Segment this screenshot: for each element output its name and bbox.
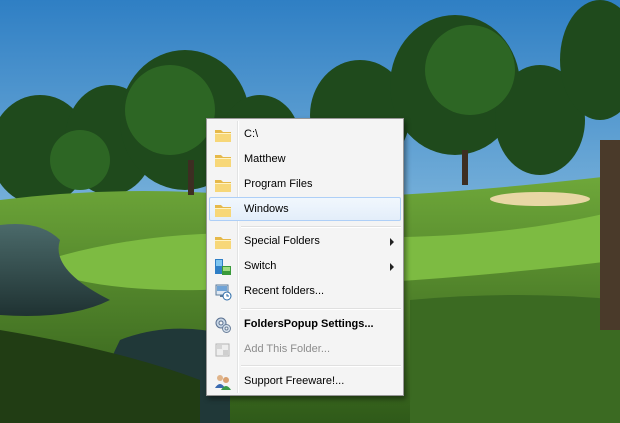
folder-icon — [214, 176, 232, 194]
menu-item-c-drive[interactable]: C:\ — [209, 122, 401, 146]
folder-icon — [214, 201, 232, 219]
switch-icon — [214, 258, 232, 276]
menu-separator — [241, 365, 401, 367]
folder-icon — [214, 233, 232, 251]
submenu-arrow-icon — [390, 263, 394, 271]
menu-item-settings[interactable]: FoldersPopup Settings... — [209, 312, 401, 336]
folders-popup-menu: C:\ Matthew Program Files Windows Specia… — [206, 118, 404, 396]
menu-item-label: Matthew — [244, 153, 286, 165]
menu-item-label: Switch — [244, 260, 277, 272]
menu-item-label: C:\ — [244, 128, 259, 140]
menu-separator — [241, 308, 401, 310]
menu-item-add-this-folder[interactable]: Add This Folder... — [209, 337, 401, 361]
folder-icon — [214, 151, 232, 169]
menu-item-label: FoldersPopup Settings... — [244, 318, 374, 330]
menu-item-recent-folders[interactable]: Recent folders... — [209, 279, 401, 303]
menu-item-label: Special Folders — [244, 235, 320, 247]
menu-separator — [241, 226, 401, 228]
menu-item-label: Windows — [244, 203, 289, 215]
menu-item-switch[interactable]: Switch — [209, 254, 401, 278]
menu-item-label: Support Freeware!... — [244, 375, 345, 387]
menu-item-special-folders[interactable]: Special Folders — [209, 229, 401, 253]
menu-item-label: Add This Folder... — [244, 343, 331, 355]
menu-item-label: Recent folders... — [244, 285, 325, 297]
settings-icon — [214, 316, 232, 334]
folder-icon — [214, 126, 232, 144]
support-users-icon — [214, 373, 232, 391]
menu-item-windows[interactable]: Windows — [209, 197, 401, 221]
menu-item-program-files[interactable]: Program Files — [209, 172, 401, 196]
menu-item-support-freeware[interactable]: Support Freeware!... — [209, 369, 401, 393]
menu-item-label: Program Files — [244, 178, 313, 190]
recent-folders-icon — [214, 283, 232, 301]
submenu-arrow-icon — [390, 238, 394, 246]
menu-item-matthew[interactable]: Matthew — [209, 147, 401, 171]
add-folder-icon — [214, 341, 232, 359]
